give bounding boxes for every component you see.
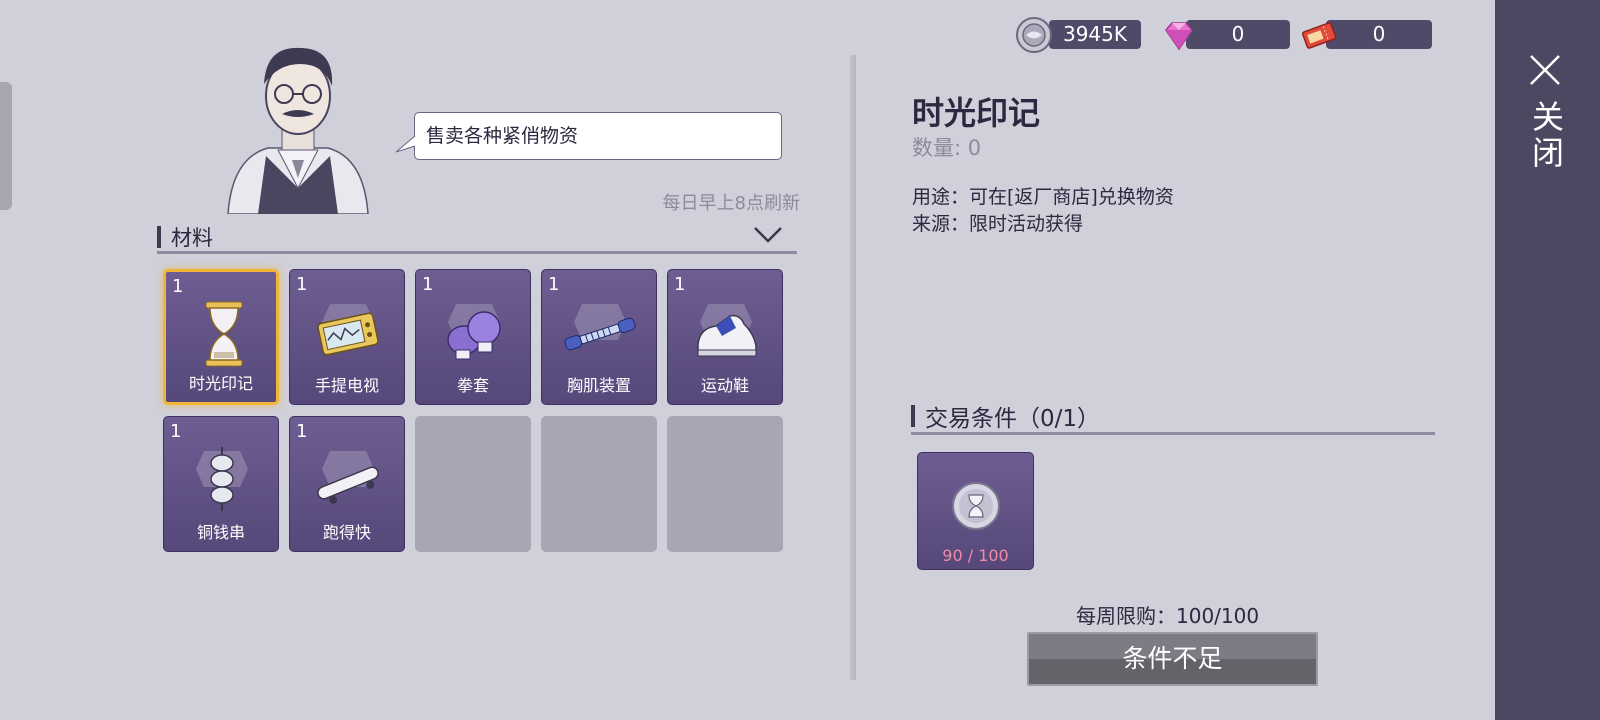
category-label: 材料 xyxy=(171,226,213,250)
chevron-down-icon[interactable] xyxy=(753,226,783,244)
merchant-portrait xyxy=(227,47,369,214)
item-qty: 1 xyxy=(422,274,434,295)
item-slot-portable-tv[interactable]: 1 手提电视 xyxy=(289,269,405,405)
item-slot-coin-string[interactable]: 1 铜钱串 xyxy=(163,416,279,552)
skateboard-icon xyxy=(317,451,379,504)
item-qty: 1 xyxy=(296,274,308,295)
item-qty: 1 xyxy=(170,421,182,442)
item-slot-skateboard[interactable]: 1 跑得快 xyxy=(289,416,405,552)
hourglass-coin-icon xyxy=(952,482,1000,530)
hourglass-icon xyxy=(205,301,243,367)
currency-coin: 3945K xyxy=(1015,17,1143,53)
item-qty: 1 xyxy=(172,276,184,297)
item-name: 胸肌装置 xyxy=(566,376,631,395)
speech-bubble-tail xyxy=(396,136,416,153)
item-detail-use: 用途：可在[返厂商店]兑换物资 xyxy=(912,186,1174,208)
panel-divider xyxy=(850,55,856,680)
item-slot-time-mark[interactable]: 1 时光印记 xyxy=(163,269,279,405)
pink-gem-icon xyxy=(1165,22,1193,51)
item-name: 手提电视 xyxy=(314,376,379,395)
trade-conditions-header: 交易条件（0/1） xyxy=(911,399,1435,435)
red-ticket-icon xyxy=(1301,22,1337,49)
silver-coin-icon xyxy=(1016,17,1052,53)
trade-requirement-slot[interactable]: 90 / 100 xyxy=(917,452,1034,570)
ticket-amount: 0 xyxy=(1326,20,1432,49)
gem-amount: 0 xyxy=(1186,20,1290,49)
refresh-note: 每日早上8点刷新 xyxy=(662,193,800,214)
item-name: 运动鞋 xyxy=(700,376,749,395)
item-slot-boxing-gloves[interactable]: 1 拳套 xyxy=(415,269,531,405)
trade-conditions-label: 交易条件（0/1） xyxy=(925,406,1101,432)
close-label[interactable]: 关闭 xyxy=(1527,100,1569,172)
category-dropdown[interactable]: 材料 xyxy=(157,220,797,254)
weekly-limit: 每周限购：100/100 xyxy=(1076,604,1260,628)
item-detail-source: 来源：限时活动获得 xyxy=(912,213,1084,235)
item-qty: 1 xyxy=(296,421,308,442)
section-marker xyxy=(911,405,915,427)
empty-slot xyxy=(541,416,657,552)
item-name: 拳套 xyxy=(456,376,489,395)
item-detail-title: 时光印记 xyxy=(912,94,1041,132)
empty-slot xyxy=(667,416,783,552)
coin-string-icon xyxy=(196,447,248,511)
portable-tv-icon xyxy=(317,304,379,356)
merchant-speech-bubble: 售卖各种紧俏物资 xyxy=(414,112,782,160)
empty-slot xyxy=(415,416,531,552)
sneaker-icon xyxy=(697,304,757,357)
item-slot-chest-expander[interactable]: 1 胸肌装置 xyxy=(541,269,657,405)
chest-expander-icon xyxy=(564,304,636,351)
item-slot-sneaker[interactable]: 1 运动鞋 xyxy=(667,269,783,405)
item-name: 铜钱串 xyxy=(196,523,245,542)
boxing-glove-icon xyxy=(447,304,501,360)
coin-amount: 3945K xyxy=(1049,20,1141,49)
close-icon[interactable] xyxy=(1527,52,1563,88)
item-qty: 1 xyxy=(674,274,686,295)
section-marker xyxy=(157,226,161,248)
side-edge-tab[interactable] xyxy=(0,82,12,210)
currency-gem: 0 xyxy=(1160,20,1290,51)
currency-ticket: 0 xyxy=(1300,20,1432,49)
item-qty: 1 xyxy=(548,274,560,295)
item-detail-count: 数量: 0 xyxy=(912,136,982,160)
item-name: 跑得快 xyxy=(322,523,371,542)
item-name: 时光印记 xyxy=(188,374,253,393)
close-panel[interactable]: 关闭 xyxy=(1495,0,1600,720)
exchange-button[interactable]: 条件不足 xyxy=(1027,632,1318,686)
requirement-progress: 90 / 100 xyxy=(942,546,1009,565)
